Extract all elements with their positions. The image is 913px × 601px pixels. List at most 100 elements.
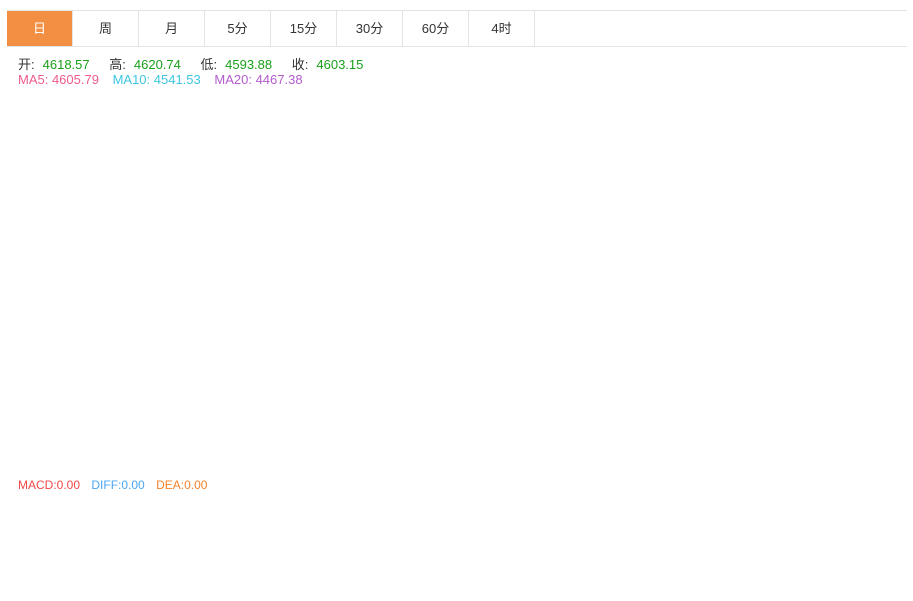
candle-body bbox=[126, 427, 135, 442]
price-tick-label: 3942.24 bbox=[843, 427, 887, 441]
tab-0[interactable]: 日 bbox=[7, 11, 73, 46]
candle bbox=[450, 279, 459, 312]
macd-bar bbox=[102, 547, 111, 573]
macd-bar bbox=[234, 534, 243, 548]
candle bbox=[438, 299, 447, 322]
ma10-value: MA10: 4541.53 bbox=[112, 72, 201, 87]
candle-body bbox=[690, 165, 699, 188]
tab-3[interactable]: 5分 bbox=[205, 11, 271, 46]
candle-body bbox=[222, 348, 231, 407]
tab-7[interactable]: 4时 bbox=[469, 11, 535, 46]
candle-body bbox=[738, 114, 747, 154]
candle-body bbox=[342, 341, 351, 373]
candle-body bbox=[246, 311, 255, 346]
macd-bar bbox=[570, 535, 579, 548]
candle-body bbox=[786, 104, 795, 112]
candle bbox=[162, 390, 171, 424]
candle-body bbox=[198, 414, 207, 419]
close-label: 收: bbox=[291, 57, 309, 72]
ma20-line bbox=[9, 178, 791, 388]
macd-bar bbox=[666, 547, 675, 559]
ma10-line bbox=[9, 142, 791, 418]
candle-body bbox=[294, 372, 303, 383]
last-price-badge bbox=[837, 103, 907, 120]
candle bbox=[738, 98, 747, 156]
candle bbox=[582, 187, 591, 243]
high-value: 4620.74 bbox=[133, 57, 181, 72]
candle bbox=[138, 392, 147, 448]
tab-2[interactable]: 月 bbox=[139, 11, 205, 46]
kline-chart[interactable]: 4682.39 4620.71 4559.03 4497.35 4435.67 4373.… bbox=[0, 0, 913, 601]
low-label: 低: bbox=[200, 57, 218, 72]
candle bbox=[666, 210, 675, 255]
candle bbox=[762, 92, 771, 121]
dea-value: DEA:0.00 bbox=[156, 478, 208, 492]
macd-bar bbox=[474, 539, 483, 548]
candle-body bbox=[570, 242, 579, 245]
candle bbox=[690, 163, 699, 198]
macd-tick-label: -28.99 bbox=[843, 556, 877, 570]
candle-body bbox=[390, 299, 399, 330]
macd-bar bbox=[42, 533, 51, 548]
macd-bar bbox=[126, 547, 135, 584]
candle bbox=[426, 287, 435, 312]
macd-bar bbox=[150, 547, 159, 573]
candle bbox=[414, 291, 423, 326]
macd-bar bbox=[630, 536, 639, 548]
macd-bar bbox=[438, 531, 447, 548]
candle bbox=[174, 402, 183, 442]
macd-bar bbox=[210, 547, 219, 556]
ma-readout: MA5: 4605.79 MA10: 4541.53 MA20: 4467.38 bbox=[18, 72, 311, 87]
candle bbox=[330, 356, 339, 395]
tab-5[interactable]: 30分 bbox=[337, 11, 403, 46]
candle-body bbox=[54, 234, 63, 346]
candle-body bbox=[594, 169, 603, 190]
candle bbox=[534, 242, 543, 273]
macd-bar bbox=[78, 547, 87, 560]
candle bbox=[378, 323, 387, 336]
macd-bar bbox=[642, 545, 651, 548]
price-tick-label: 4682.39 bbox=[843, 66, 887, 80]
macd-bar bbox=[702, 546, 711, 548]
candle-body bbox=[306, 368, 315, 375]
macd-bar bbox=[414, 527, 423, 548]
candle-body bbox=[630, 143, 639, 245]
macd-bar bbox=[114, 547, 123, 580]
macd-bar bbox=[246, 524, 255, 548]
candle-body bbox=[714, 173, 723, 184]
candle bbox=[258, 287, 267, 336]
candle bbox=[522, 236, 531, 267]
macd-bar bbox=[726, 543, 735, 548]
candle-body bbox=[498, 270, 507, 296]
candle-body bbox=[42, 232, 51, 286]
candle bbox=[462, 299, 471, 320]
candle bbox=[270, 303, 279, 391]
macd-bar bbox=[294, 534, 303, 548]
candle bbox=[342, 337, 351, 387]
price-tick-label: 4435.67 bbox=[843, 186, 887, 200]
tab-4[interactable]: 15分 bbox=[271, 11, 337, 46]
candle bbox=[498, 266, 507, 308]
tab-6[interactable]: 60分 bbox=[403, 11, 469, 46]
macd-bar bbox=[762, 531, 771, 548]
price-tick-label: 4003.92 bbox=[843, 397, 887, 411]
candle bbox=[222, 347, 231, 409]
macd-bar bbox=[330, 539, 339, 548]
candle-body bbox=[642, 242, 651, 244]
macd-bar bbox=[498, 536, 507, 548]
candle-body bbox=[378, 325, 387, 330]
macd-bar bbox=[366, 532, 375, 548]
price-tick-label: 4620.71 bbox=[843, 96, 887, 110]
candle-body bbox=[318, 366, 327, 369]
candle-body bbox=[534, 256, 543, 261]
candle bbox=[510, 234, 519, 282]
candle-body bbox=[414, 293, 423, 308]
macd-bar bbox=[594, 525, 603, 548]
tab-1[interactable]: 周 bbox=[73, 11, 139, 46]
candle-body bbox=[726, 157, 735, 174]
candle bbox=[318, 352, 327, 387]
candle-body bbox=[606, 169, 615, 174]
macd-tick-label: 27.00 bbox=[843, 526, 873, 540]
macd-bar bbox=[786, 535, 795, 548]
candle-body bbox=[486, 295, 495, 306]
